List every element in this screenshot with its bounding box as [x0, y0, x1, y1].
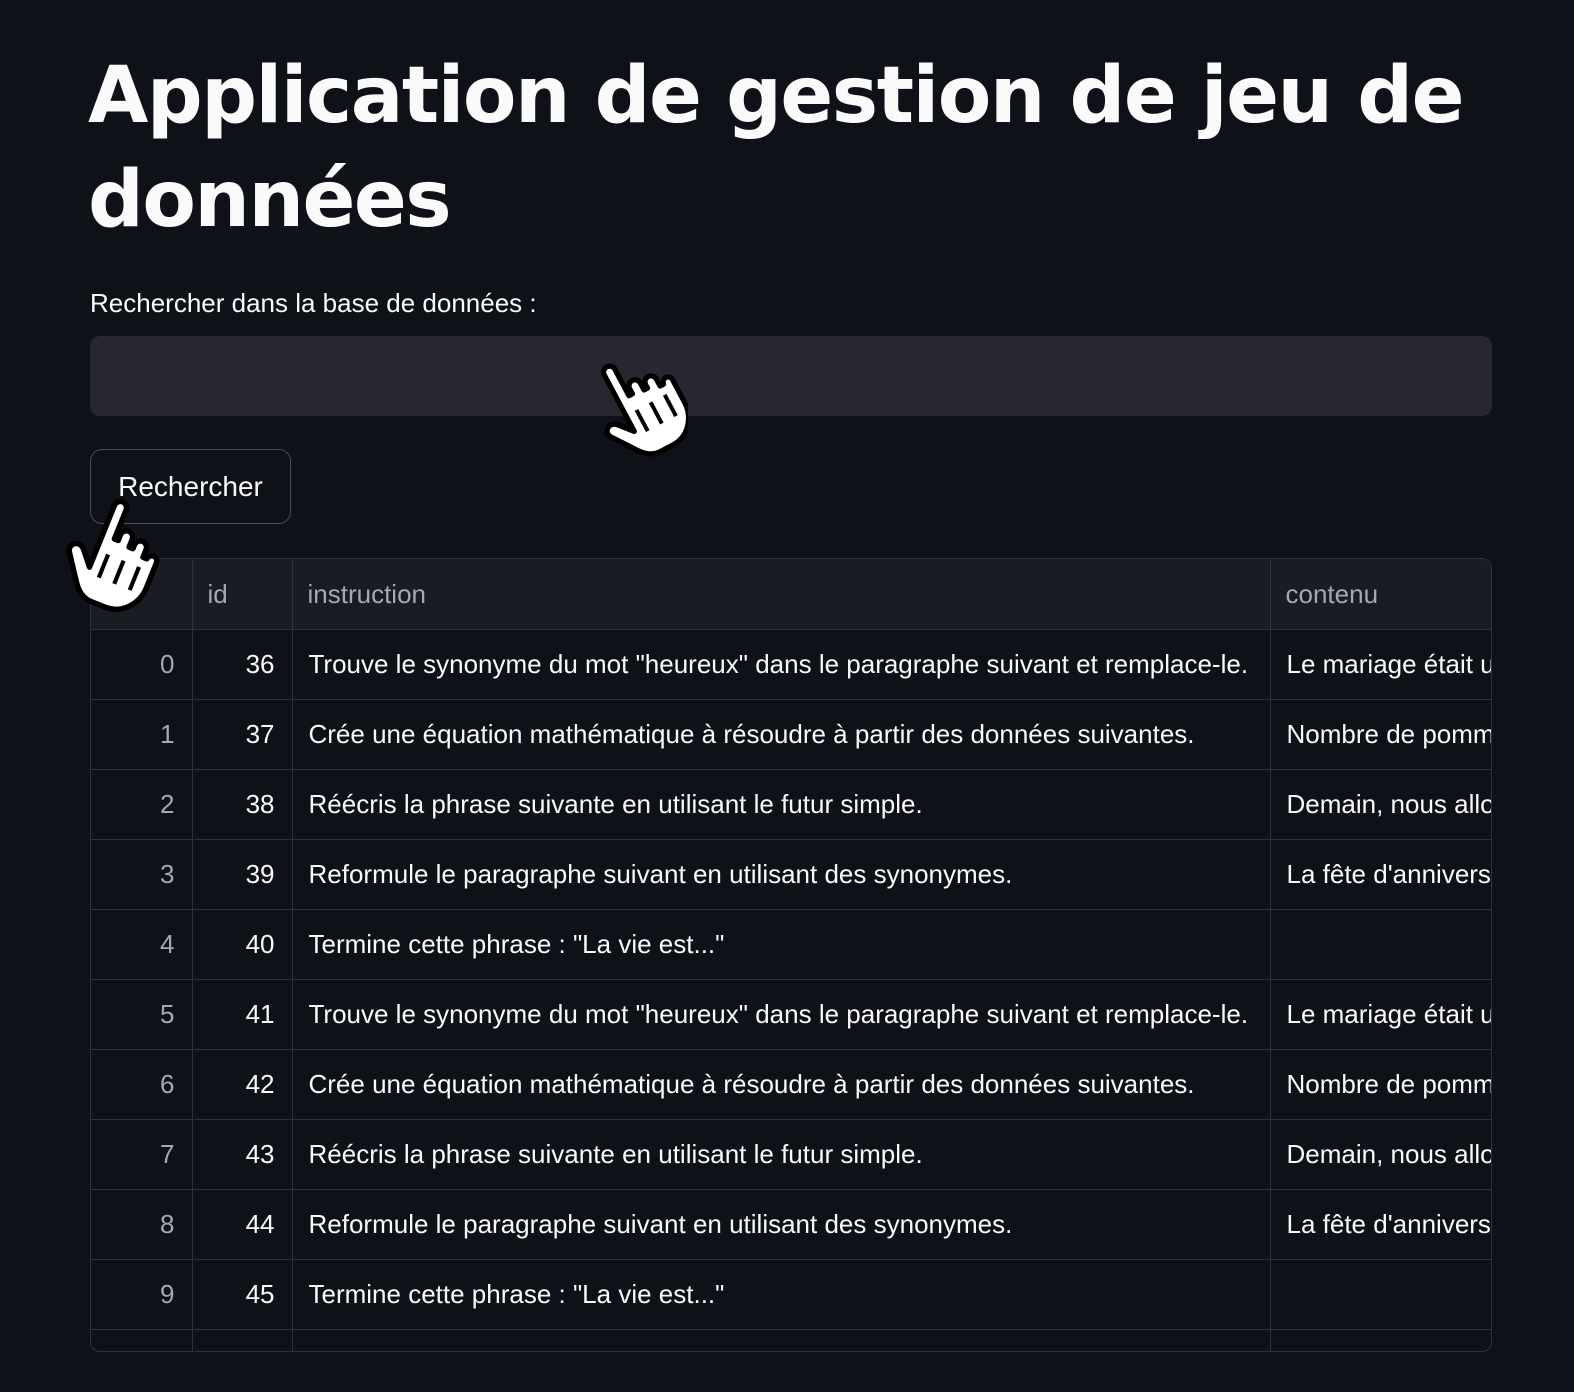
contenu-cell[interactable]: Nombre de pomm: [1270, 699, 1491, 770]
id-cell[interactable]: 42: [192, 1049, 293, 1120]
search-input[interactable]: [90, 336, 1492, 416]
contenu-cell[interactable]: Le mariage était u: [1270, 979, 1491, 1050]
table-row: 6 42 Crée une équation mathématique à ré…: [91, 1049, 1491, 1120]
row-index-cell: 7: [91, 1119, 193, 1190]
instruction-cell[interactable]: Réécris la phrase suivante en utilisant …: [292, 769, 1271, 840]
table-row: 3 39 Reformule le paragraphe suivant en …: [91, 839, 1491, 910]
contenu-cell[interactable]: Le mariage était u: [1270, 629, 1491, 700]
contenu-cell[interactable]: Demain, nous allo: [1270, 769, 1491, 840]
row-index-cell: 1: [91, 699, 193, 770]
id-cell[interactable]: 39: [192, 839, 293, 910]
row-index-cell: 8: [91, 1189, 193, 1260]
data-table[interactable]: id instruction contenu 0 36 Trouve le sy…: [90, 558, 1492, 1352]
hand-pointer-icon: [66, 498, 160, 612]
row-index-cell: 2: [91, 769, 193, 840]
row-index-cell: 6: [91, 1049, 193, 1120]
table-row: 9 45 Termine cette phrase : "La vie est.…: [91, 1259, 1491, 1330]
id-cell[interactable]: 38: [192, 769, 293, 840]
row-index-cell: 0: [91, 629, 193, 700]
instruction-cell[interactable]: Reformule le paragraphe suivant en utili…: [292, 839, 1271, 910]
table-row: 8 44 Reformule le paragraphe suivant en …: [91, 1189, 1491, 1260]
row-index-cell: 5: [91, 979, 193, 1050]
app-page: Application de gestion de jeu de données…: [0, 0, 1574, 1392]
id-cell[interactable]: 43: [192, 1119, 293, 1190]
table-row: 0 36 Trouve le synonyme du mot "heureux"…: [91, 629, 1491, 700]
contenu-cell[interactable]: [1270, 909, 1491, 980]
contenu-cell[interactable]: La fête d'annivers: [1270, 839, 1491, 910]
instruction-cell[interactable]: [292, 1329, 1271, 1351]
table-row: 1 37 Crée une équation mathématique à ré…: [91, 699, 1491, 770]
row-index-cell: 4: [91, 909, 193, 980]
row-index-cell: [91, 1329, 193, 1351]
table-header-row: id instruction contenu: [91, 559, 1491, 630]
data-grid: id instruction contenu 0 36 Trouve le sy…: [91, 559, 1491, 1351]
instruction-cell[interactable]: Trouve le synonyme du mot "heureux" dans…: [292, 979, 1271, 1050]
instruction-cell[interactable]: Réécris la phrase suivante en utilisant …: [292, 1119, 1271, 1190]
row-index-cell: 9: [91, 1259, 193, 1330]
instruction-cell[interactable]: Termine cette phrase : "La vie est...": [292, 909, 1271, 980]
column-header-instruction[interactable]: instruction: [292, 559, 1271, 630]
id-cell[interactable]: 37: [192, 699, 293, 770]
hand-pointer-icon: [601, 363, 688, 457]
page-title: Application de gestion de jeu de données: [88, 51, 1464, 245]
instruction-cell[interactable]: Trouve le synonyme du mot "heureux" dans…: [292, 629, 1271, 700]
table-row: 7 43 Réécris la phrase suivante en utili…: [91, 1119, 1491, 1190]
id-cell[interactable]: [192, 1329, 293, 1351]
instruction-cell[interactable]: Reformule le paragraphe suivant en utili…: [292, 1189, 1271, 1260]
search-label: Rechercher dans la base de données :: [90, 288, 537, 318]
id-cell[interactable]: 36: [192, 629, 293, 700]
contenu-cell[interactable]: [1270, 1329, 1491, 1351]
instruction-cell[interactable]: Crée une équation mathématique à résoudr…: [292, 1049, 1271, 1120]
table-row: 4 40 Termine cette phrase : "La vie est.…: [91, 909, 1491, 980]
contenu-cell[interactable]: Demain, nous allo: [1270, 1119, 1491, 1190]
row-index-cell: 3: [91, 839, 193, 910]
column-header-contenu[interactable]: contenu: [1270, 559, 1491, 630]
contenu-cell[interactable]: [1270, 1259, 1491, 1330]
id-cell[interactable]: 44: [192, 1189, 293, 1260]
contenu-cell[interactable]: Nombre de pomm: [1270, 1049, 1491, 1120]
instruction-cell[interactable]: Termine cette phrase : "La vie est...": [292, 1259, 1271, 1330]
table-row: 5 41 Trouve le synonyme du mot "heureux"…: [91, 979, 1491, 1050]
id-cell[interactable]: 40: [192, 909, 293, 980]
table-row: [91, 1329, 1491, 1351]
id-cell[interactable]: 45: [192, 1259, 293, 1330]
id-cell[interactable]: 41: [192, 979, 293, 1050]
contenu-cell[interactable]: La fête d'annivers: [1270, 1189, 1491, 1260]
column-header-id[interactable]: id: [192, 559, 293, 630]
table-row: 2 38 Réécris la phrase suivante en utili…: [91, 769, 1491, 840]
instruction-cell[interactable]: Crée une équation mathématique à résoudr…: [292, 699, 1271, 770]
